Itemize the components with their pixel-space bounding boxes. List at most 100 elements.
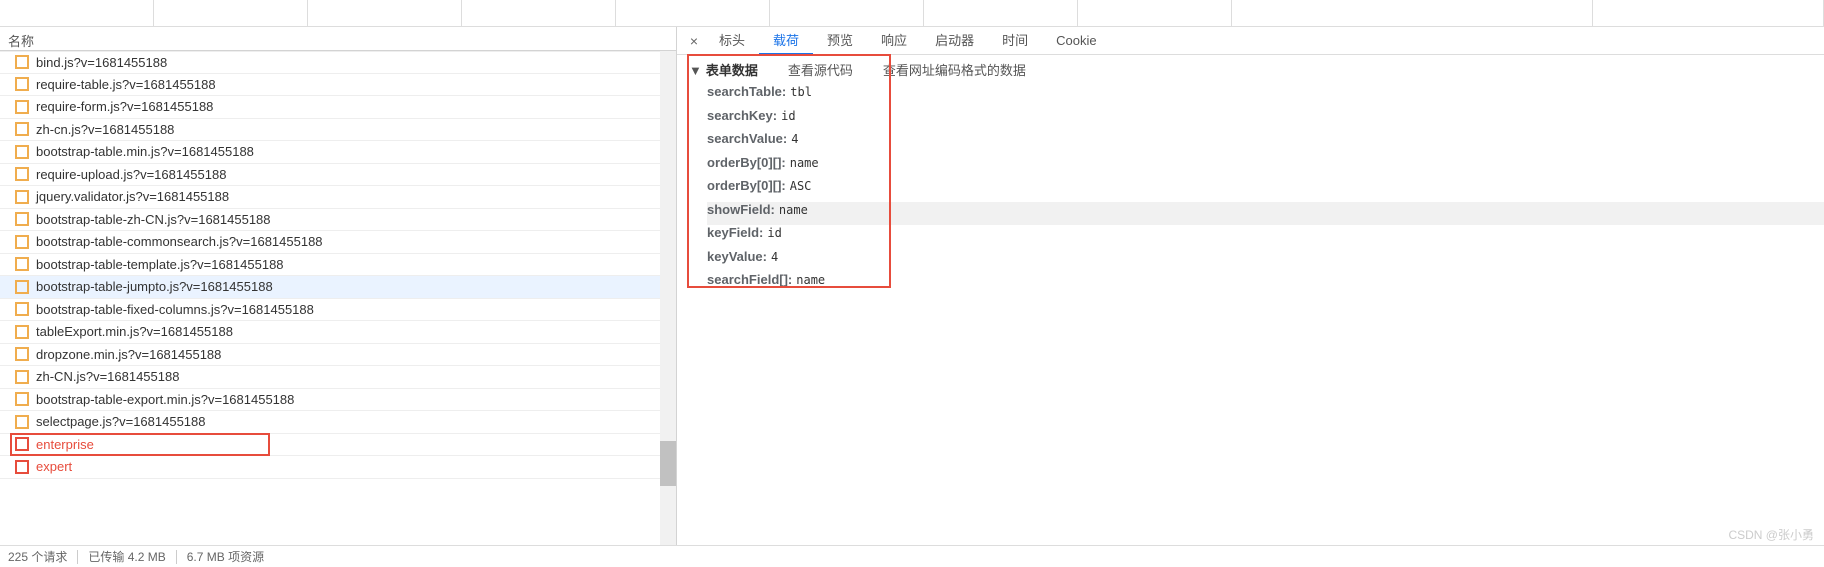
request-list: bind.js?v=1681455188 require-table.js?v=1…: [0, 51, 676, 545]
request-row[interactable]: jquery.validator.js?v=1681455188: [0, 186, 676, 209]
detail-tab[interactable]: 启动器: [921, 27, 988, 55]
form-data-row[interactable]: showField:name: [707, 202, 1824, 226]
status-transferred: 已传输 4.2 MB: [88, 548, 165, 565]
detail-tab[interactable]: 响应: [867, 27, 921, 55]
top-tab[interactable]: [770, 0, 924, 26]
top-tab[interactable]: [924, 0, 1078, 26]
top-tab[interactable]: [308, 0, 462, 26]
request-row[interactable]: bootstrap-table-jumpto.js?v=1681455188: [0, 276, 676, 299]
request-row[interactable]: bootstrap-table-zh-CN.js?v=1681455188: [0, 209, 676, 232]
request-name: bootstrap-table-jumpto.js?v=1681455188: [36, 279, 273, 294]
top-tab[interactable]: [0, 0, 154, 26]
column-header-name[interactable]: 名称: [0, 27, 676, 51]
request-row[interactable]: bootstrap-table-template.js?v=1681455188: [0, 254, 676, 277]
collapse-arrow-icon[interactable]: ▼: [689, 63, 702, 78]
status-resources: 6.7 MB 项资源: [187, 548, 264, 565]
js-file-icon: [15, 280, 29, 294]
js-file-icon: [15, 55, 29, 69]
view-url-encoded-link[interactable]: 查看网址编码格式的数据: [883, 60, 1026, 79]
request-row[interactable]: bootstrap-table-export.min.js?v=16814551…: [0, 389, 676, 412]
watermark: CSDN @张小勇: [1728, 526, 1814, 543]
detail-tab[interactable]: Cookie: [1042, 27, 1110, 55]
js-file-icon: [15, 302, 29, 316]
form-data-row[interactable]: orderBy[0][]:name: [707, 155, 1824, 179]
top-tab[interactable]: [1078, 0, 1232, 26]
js-file-icon: [15, 167, 29, 181]
form-data-value: tbl: [790, 85, 812, 99]
js-file-icon: [15, 347, 29, 361]
form-data-label[interactable]: 表单数据: [706, 63, 758, 78]
request-name: bootstrap-table-template.js?v=1681455188: [36, 257, 284, 272]
top-tab[interactable]: [1592, 0, 1824, 26]
request-row[interactable]: require-upload.js?v=1681455188: [0, 164, 676, 187]
form-data-row[interactable]: searchKey:id: [707, 108, 1824, 132]
form-data-value: ASC: [790, 179, 812, 193]
request-row[interactable]: expert: [0, 456, 676, 479]
close-icon[interactable]: ×: [683, 33, 705, 49]
payload-sub-header: ▼ 表单数据 查看源代码 查看网址编码格式的数据: [677, 55, 1824, 84]
js-file-icon: [15, 370, 29, 384]
request-row[interactable]: selectpage.js?v=1681455188: [0, 411, 676, 434]
js-file-icon: [15, 100, 29, 114]
status-bar: 225 个请求 已传输 4.2 MB 6.7 MB 项资源: [0, 545, 1824, 567]
top-tab[interactable]: [462, 0, 616, 26]
js-file-icon: [15, 122, 29, 136]
request-row[interactable]: require-table.js?v=1681455188: [0, 74, 676, 97]
form-data-row[interactable]: keyValue:4: [707, 249, 1824, 273]
request-row[interactable]: zh-CN.js?v=1681455188: [0, 366, 676, 389]
form-data-row[interactable]: searchValue:4: [707, 131, 1824, 155]
form-data-value: name: [779, 203, 808, 217]
request-row[interactable]: enterprise: [0, 434, 676, 457]
form-data-value: id: [767, 226, 781, 240]
request-name: bootstrap-table-commonsearch.js?v=168145…: [36, 234, 323, 249]
detail-tab[interactable]: 标头: [705, 27, 759, 55]
request-row[interactable]: require-form.js?v=1681455188: [0, 96, 676, 119]
js-file-icon: [15, 235, 29, 249]
form-data-key: keyField:: [707, 225, 767, 240]
request-name: require-form.js?v=1681455188: [36, 99, 213, 114]
request-row[interactable]: bootstrap-table-fixed-columns.js?v=16814…: [0, 299, 676, 322]
form-data-row[interactable]: searchField[]:name: [707, 272, 1824, 296]
request-row[interactable]: tableExport.min.js?v=1681455188: [0, 321, 676, 344]
js-file-icon: [15, 145, 29, 159]
request-name: bootstrap-table-zh-CN.js?v=1681455188: [36, 212, 271, 227]
network-request-panel: 名称 bind.js?v=1681455188 require-table.js?…: [0, 27, 677, 545]
scrollbar-thumb[interactable]: [660, 441, 676, 486]
top-tab[interactable]: [616, 0, 770, 26]
scrollbar-track[interactable]: [660, 51, 676, 545]
detail-tab[interactable]: 预览: [813, 27, 867, 55]
form-data-key: orderBy[0][]:: [707, 155, 790, 170]
js-file-icon: [15, 415, 29, 429]
status-requests: 225 个请求: [8, 548, 67, 565]
detail-tab[interactable]: 载荷: [759, 27, 813, 55]
form-data-row[interactable]: keyField:id: [707, 225, 1824, 249]
form-data-list: searchTable:tblsearchKey:idsearchValue:4…: [677, 84, 1824, 296]
form-data-value: 4: [771, 250, 778, 264]
view-source-link[interactable]: 查看源代码: [788, 60, 853, 79]
request-name: zh-cn.js?v=1681455188: [36, 122, 174, 137]
request-name: bind.js?v=1681455188: [36, 55, 167, 70]
request-row[interactable]: bind.js?v=1681455188: [0, 51, 676, 74]
js-file-icon: [15, 212, 29, 226]
request-name: selectpage.js?v=1681455188: [36, 414, 206, 429]
detail-tabs-bar: × 标头载荷预览响应启动器时间Cookie: [677, 27, 1824, 55]
request-row[interactable]: bootstrap-table-commonsearch.js?v=168145…: [0, 231, 676, 254]
js-file-icon: [15, 392, 29, 406]
request-row[interactable]: dropzone.min.js?v=1681455188: [0, 344, 676, 367]
request-name: enterprise: [36, 437, 94, 452]
request-detail-panel: × 标头载荷预览响应启动器时间Cookie ▼ 表单数据 查看源代码 查看网址编码…: [677, 27, 1824, 545]
form-data-key: showField:: [707, 202, 779, 217]
xhr-icon: [15, 437, 29, 451]
form-data-key: keyValue:: [707, 249, 771, 264]
request-row[interactable]: zh-cn.js?v=1681455188: [0, 119, 676, 142]
detail-tab[interactable]: 时间: [988, 27, 1042, 55]
request-name: zh-CN.js?v=1681455188: [36, 369, 179, 384]
form-data-row[interactable]: orderBy[0][]:ASC: [707, 178, 1824, 202]
top-tab[interactable]: [154, 0, 308, 26]
js-file-icon: [15, 325, 29, 339]
js-file-icon: [15, 77, 29, 91]
xhr-icon: [15, 460, 29, 474]
request-row[interactable]: bootstrap-table.min.js?v=1681455188: [0, 141, 676, 164]
form-data-row[interactable]: searchTable:tbl: [707, 84, 1824, 108]
form-data-value: name: [790, 156, 819, 170]
